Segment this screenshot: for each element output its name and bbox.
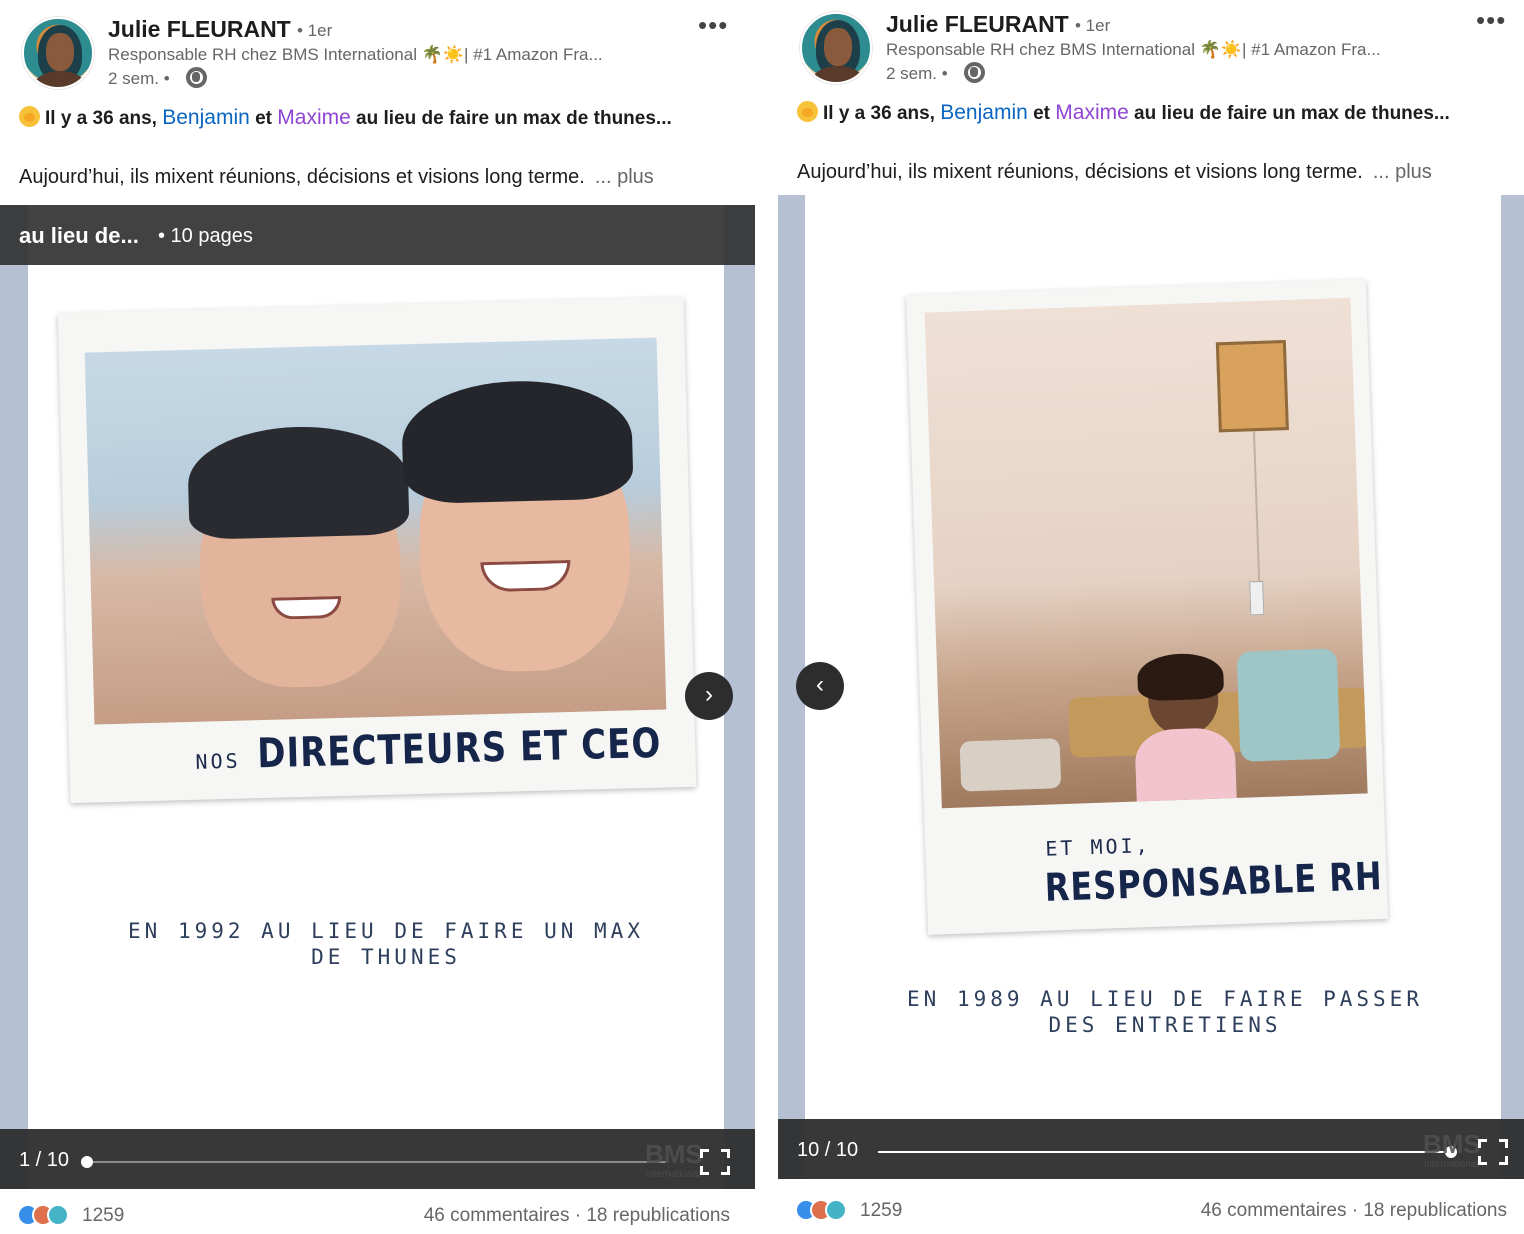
mention-benjamin[interactable]: Benjamin [940,101,1028,124]
author-avatar[interactable] [22,17,94,89]
previous-page-button[interactable]: ‹ [796,662,844,710]
page-indicator: 10 / 10 [797,1139,859,1161]
baby-emoji-icon [19,106,40,127]
carousel-controls: 1 / 10 BMS international [0,1129,755,1189]
mention-maxime[interactable]: Maxime [277,106,351,129]
comments-reposts: 46 commentaires · 18 republications [1201,1200,1507,1222]
bms-logo: BMS [1423,1129,1481,1159]
fullscreen-icon[interactable] [700,1149,730,1175]
reposts-count[interactable]: 18 republications [1363,1200,1507,1221]
bms-logo: BMS [645,1139,703,1169]
document-page: NOS DIRECTEURS ET CEO EN 1992 AU LIEU DE… [28,205,724,1189]
fullscreen-icon[interactable] [1478,1139,1508,1165]
mention-benjamin[interactable]: Benjamin [162,106,250,129]
baby-photo [924,297,1368,809]
see-more-link[interactable]: ... plus [595,166,654,188]
body-text: Aujourd’hui, ils mixent réunions, décisi… [797,161,1363,183]
more-options-icon[interactable]: ••• [698,10,728,41]
progress-thumb[interactable] [81,1156,93,1168]
reaction-icons[interactable] [795,1199,855,1221]
funny-reaction-icon [47,1204,69,1226]
more-options-icon[interactable]: ••• [1476,5,1506,36]
separator: · [1351,1200,1359,1221]
hook-text: Il y a 36 ans, [45,108,163,129]
progress-track[interactable] [81,1156,666,1168]
slide-text-line-2: DE THUNES [311,945,461,969]
polaroid-caption-small: NOS [195,748,241,774]
comments-count[interactable]: 46 commentaires [424,1205,570,1226]
separator: · [574,1205,582,1226]
see-more-link[interactable]: ... plus [1373,161,1432,183]
polaroid-caption-big: DIRECTEURS ET CEO [256,719,662,779]
connection-degree: • 1er [297,21,333,40]
author-avatar[interactable] [800,12,872,84]
hook-text: et [249,108,278,129]
post-card-left: Julie FLEURANT • 1er Responsable RH chez… [0,0,755,1234]
hook-text: au lieu de faire un max de thunes... [350,108,672,129]
social-counts: 1259 46 commentaires · 18 republications [778,1185,1524,1229]
children-photo [84,337,667,725]
reaction-count[interactable]: 1259 [860,1200,902,1222]
post-card-right: Julie FLEURANT • 1er Responsable RH chez… [778,0,1524,1234]
document-carousel[interactable]: ET MOI, RESPONSABLE RH EN 1989 AU LIEU D… [778,195,1524,1179]
slide-text-line-1: EN 1992 AU LIEU DE FAIRE UN MAX [128,919,644,943]
document-page: ET MOI, RESPONSABLE RH EN 1989 AU LIEU D… [805,195,1501,1179]
social-counts: 1259 46 commentaires · 18 republications [0,1190,755,1234]
post-hook: Il y a 36 ans, Benjamin et Maxime au lie… [19,106,672,130]
slide-text-line-1: EN 1989 AU LIEU DE FAIRE PASSER [907,987,1423,1011]
document-header: au lieu de... • 10 pages [0,205,755,265]
slide-text-line-2: DES ENTRETIENS [1048,1013,1282,1037]
progress-track[interactable] [878,1146,1457,1158]
polaroid-caption-small: ET MOI, [1044,833,1152,861]
document-carousel[interactable]: NOS DIRECTEURS ET CEO EN 1992 AU LIEU DE… [0,205,755,1189]
author-headline: Responsable RH chez BMS International 🌴☀… [886,40,1381,59]
reaction-count[interactable]: 1259 [82,1205,124,1227]
polaroid-photo-card: NOS DIRECTEURS ET CEO [57,296,697,804]
slide-text: EN 1989 AU LIEU DE FAIRE PASSER DES ENTR… [875,986,1455,1038]
post-time: 2 sem. • [886,64,948,83]
document-page-count: • 10 pages [158,225,253,247]
author-headline: Responsable RH chez BMS International 🌴☀… [108,45,603,64]
baby-emoji-icon [797,101,818,122]
hook-text: au lieu de faire un max de thunes... [1128,103,1450,124]
author-name[interactable]: Julie FLEURANT [886,11,1069,38]
mention-maxime[interactable]: Maxime [1055,101,1129,124]
globe-icon [186,67,207,88]
polaroid-caption-big: RESPONSABLE RH [1043,853,1384,911]
body-text: Aujourd’hui, ils mixent réunions, décisi… [19,166,585,188]
document-title: au lieu de... [19,223,139,248]
comments-count[interactable]: 46 commentaires [1201,1200,1347,1221]
funny-reaction-icon [825,1199,847,1221]
author-name[interactable]: Julie FLEURANT [108,16,291,43]
globe-icon [964,62,985,83]
progress-fill [878,1151,1450,1153]
reaction-icons[interactable] [17,1204,77,1226]
polaroid-photo-card: ET MOI, RESPONSABLE RH [905,279,1389,935]
hook-text: et [1027,103,1056,124]
post-time: 2 sem. • [108,69,170,88]
post-body: Aujourd’hui, ils mixent réunions, décisi… [19,166,654,189]
comments-reposts: 46 commentaires · 18 republications [424,1205,730,1227]
hook-text: Il y a 36 ans, [823,103,941,124]
reposts-count[interactable]: 18 republications [586,1205,730,1226]
bms-logo-sub: international [646,1169,701,1180]
page-indicator: 1 / 10 [19,1149,70,1171]
post-hook: Il y a 36 ans, Benjamin et Maxime au lie… [797,101,1450,125]
connection-degree: • 1er [1075,16,1111,35]
next-page-button[interactable]: › [685,672,733,720]
bms-logo-sub: international [1424,1159,1479,1170]
post-body: Aujourd’hui, ils mixent réunions, décisi… [797,161,1432,184]
slide-text: EN 1992 AU LIEU DE FAIRE UN MAX DE THUNE… [88,918,684,970]
carousel-controls: 10 / 10 BMS international [778,1119,1524,1179]
